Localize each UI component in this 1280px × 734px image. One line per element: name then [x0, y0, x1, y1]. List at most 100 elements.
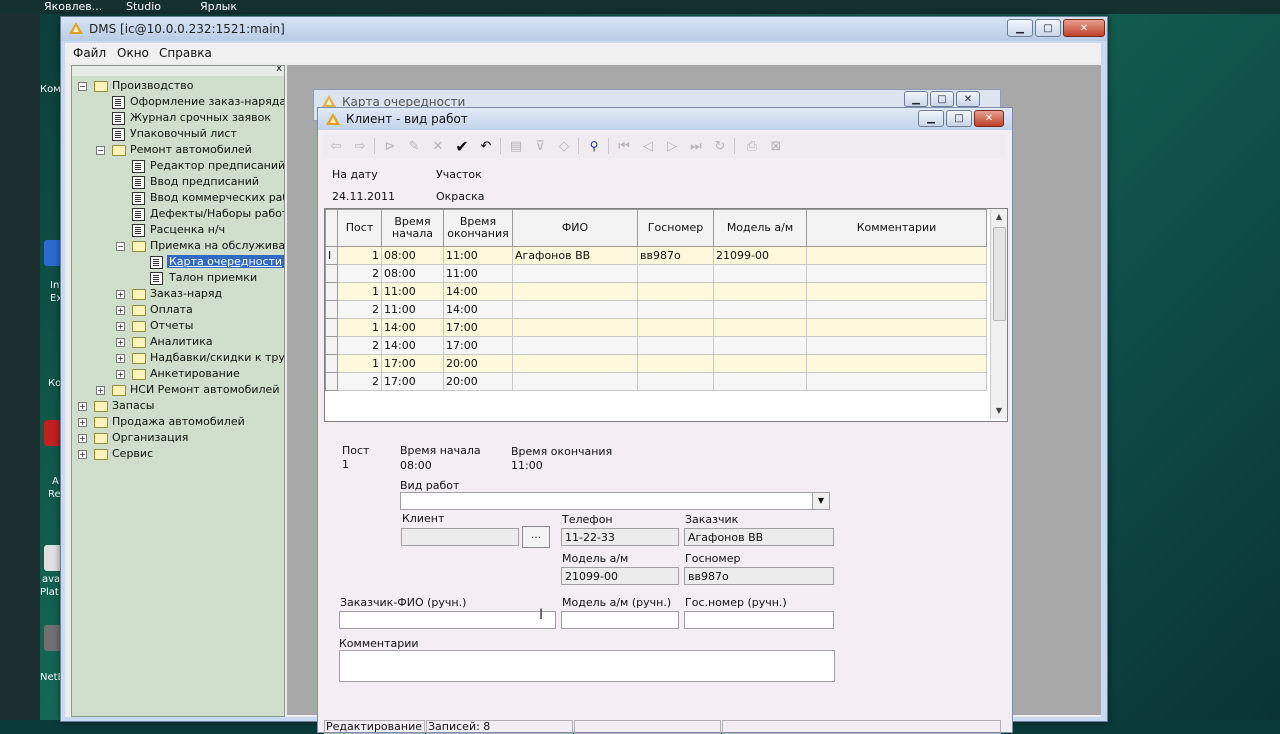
cell-model[interactable]	[713, 318, 807, 337]
table-row[interactable]: 2 14:00 17:00	[325, 336, 987, 355]
cell-comment[interactable]	[806, 336, 987, 355]
export-icon[interactable]: ⊠	[766, 136, 786, 156]
expand-icon[interactable]: +	[78, 434, 87, 443]
cell-post[interactable]: 1	[337, 354, 382, 373]
minimize-button[interactable]: ▁	[904, 91, 928, 107]
model-field[interactable]: 21099-00	[561, 567, 679, 585]
delete-icon[interactable]: ✕	[428, 136, 448, 156]
cell-start[interactable]: 17:00	[381, 372, 444, 391]
cell-start[interactable]: 11:00	[381, 300, 444, 319]
cell-end[interactable]: 14:00	[443, 282, 513, 301]
cell-plate[interactable]	[637, 336, 714, 355]
cell-comment[interactable]	[806, 300, 987, 319]
cell-end[interactable]: 11:00	[443, 264, 513, 283]
menu-file[interactable]: Файл	[73, 46, 106, 60]
column-header-post[interactable]: Пост	[337, 209, 382, 247]
cell-fio[interactable]	[512, 300, 638, 319]
cell-plate[interactable]	[637, 282, 714, 301]
eraser-icon[interactable]: ◇	[554, 136, 574, 156]
column-header-start[interactable]: Время начала	[381, 209, 444, 247]
expand-icon[interactable]: +	[78, 402, 87, 411]
next-record-icon[interactable]: ▷	[662, 136, 682, 156]
close-button[interactable]: ✕	[974, 110, 1004, 127]
cell-plate[interactable]	[637, 354, 714, 373]
cell-model[interactable]	[713, 336, 807, 355]
desktop-label[interactable]: Яковлев...	[44, 0, 102, 13]
manual-plate-input[interactable]	[684, 611, 834, 629]
column-header-end[interactable]: Время окончания	[443, 209, 513, 247]
refresh-icon[interactable]: ↻	[710, 136, 730, 156]
desktop-label[interactable]: Studio	[126, 0, 161, 13]
maximize-button[interactable]: □	[930, 91, 954, 107]
phone-field[interactable]: 11-22-33	[561, 528, 679, 546]
cell-comment[interactable]	[806, 318, 987, 337]
insert-icon[interactable]: ⊳	[380, 136, 400, 156]
cell-start[interactable]: 14:00	[381, 336, 444, 355]
cell-fio[interactable]	[512, 318, 638, 337]
collapse-icon[interactable]: −	[96, 146, 105, 155]
collapse-icon[interactable]: −	[78, 82, 87, 91]
comments-input[interactable]	[339, 650, 835, 682]
cell-model[interactable]: 21099-00	[713, 246, 807, 265]
cell-fio[interactable]	[512, 336, 638, 355]
table-row[interactable]: 1 11:00 14:00	[325, 282, 987, 301]
cell-fio[interactable]: Агафонов ВВ	[512, 246, 638, 265]
table-row[interactable]: 1 14:00 17:00	[325, 318, 987, 337]
close-button[interactable]: ✕	[956, 91, 980, 107]
grid-scrollbar[interactable]: ▲ ▼	[990, 209, 1007, 419]
scroll-thumb[interactable]	[993, 227, 1006, 321]
menu-window[interactable]: Окно	[117, 46, 149, 60]
print-icon[interactable]: ⎙	[742, 136, 762, 156]
cell-start[interactable]: 08:00	[381, 264, 444, 283]
manual-model-input[interactable]	[561, 611, 679, 629]
nav-forward-icon[interactable]: ⇨	[350, 136, 370, 156]
cell-post[interactable]: 1	[337, 318, 382, 337]
cell-plate[interactable]	[637, 264, 714, 283]
chevron-down-icon[interactable]: ▼	[812, 493, 829, 509]
expand-icon[interactable]: +	[116, 306, 125, 315]
cell-plate[interactable]	[637, 372, 714, 391]
cell-end[interactable]: 20:00	[443, 354, 513, 373]
cell-post[interactable]: 2	[337, 336, 382, 355]
cell-end[interactable]: 11:00	[443, 246, 513, 265]
minimize-button[interactable]: ▁	[1007, 19, 1033, 37]
cell-end[interactable]: 14:00	[443, 300, 513, 319]
expand-icon[interactable]: +	[116, 354, 125, 363]
cell-fio[interactable]	[512, 372, 638, 391]
cell-fio[interactable]	[512, 264, 638, 283]
cell-start[interactable]: 11:00	[381, 282, 444, 301]
cell-comment[interactable]	[806, 354, 987, 373]
window-title-bar[interactable]: Клиент - вид работ ▁ □ ✕	[318, 108, 1012, 130]
scroll-up-icon[interactable]: ▲	[991, 209, 1007, 225]
cell-comment[interactable]	[806, 264, 987, 283]
cell-model[interactable]	[713, 354, 807, 373]
cell-plate[interactable]: вв987о	[637, 246, 714, 265]
collapse-icon[interactable]: −	[116, 242, 125, 251]
cell-fio[interactable]	[512, 354, 638, 373]
cell-post[interactable]: 2	[337, 264, 382, 283]
desktop-label[interactable]: A	[52, 476, 59, 487]
column-header-model[interactable]: Модель а/м	[713, 209, 807, 247]
confirm-icon[interactable]: ✔	[452, 136, 472, 156]
expand-icon[interactable]: +	[78, 450, 87, 459]
cell-post[interactable]: 1	[337, 246, 382, 265]
edit-icon[interactable]: ✎	[404, 136, 424, 156]
scroll-down-icon[interactable]: ▼	[991, 403, 1007, 419]
table-row[interactable]: 2 08:00 11:00	[325, 264, 987, 283]
cell-model[interactable]	[713, 264, 807, 283]
main-title-bar[interactable]: DMS [ic@10.0.0.232:1521:main] ▁ □ ✕	[61, 17, 1107, 41]
column-header-plate[interactable]: Госномер	[637, 209, 714, 247]
client-field[interactable]	[401, 528, 519, 546]
expand-icon[interactable]: +	[116, 338, 125, 347]
table-row[interactable]: 2 11:00 14:00	[325, 300, 987, 319]
desktop-label[interactable]: Plat	[40, 587, 59, 598]
desktop-label[interactable]: Re	[48, 489, 61, 500]
binoculars-search-icon[interactable]: ⚲	[584, 136, 604, 156]
menu-help[interactable]: Справка	[159, 46, 212, 60]
expand-icon[interactable]: +	[116, 290, 125, 299]
filter-icon[interactable]: ▤	[506, 136, 526, 156]
maximize-button[interactable]: □	[946, 110, 972, 127]
table-row[interactable]: 1 17:00 20:00	[325, 354, 987, 373]
first-record-icon[interactable]: ⏮	[614, 136, 634, 156]
manual-fio-input[interactable]	[339, 611, 556, 629]
